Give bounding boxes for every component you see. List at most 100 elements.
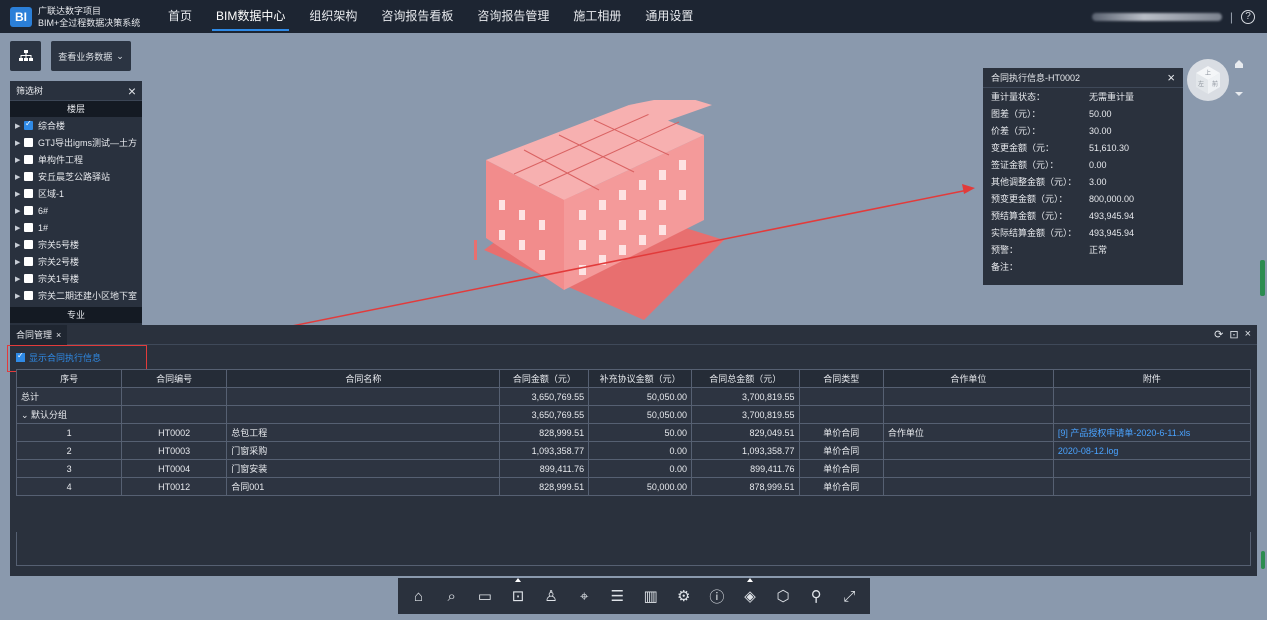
show-execution-info-label: 显示合同执行信息: [29, 353, 102, 363]
info-popup-body: 重计量状态： 无需重计量 图差（元）： 50.00 价差（元）： 30.00 变更金额（元：…: [983, 88, 1183, 275]
info-key: 预结算金额（元）：: [991, 211, 1068, 221]
info-value: 正常: [1089, 245, 1108, 255]
info-popup-title: 合同执行信息-HT0002: [991, 73, 1081, 83]
info-key: 预警：: [991, 245, 1019, 255]
group-amount: 3,650,769.55: [499, 405, 590, 424]
refresh-icon[interactable]: ⟳: [1214, 328, 1223, 341]
chart-icon[interactable]: ▥: [640, 585, 662, 607]
column-header[interactable]: 附件: [1052, 369, 1252, 388]
table-empty-area: [16, 532, 1251, 566]
model-icon[interactable]: ◈: [739, 578, 761, 607]
total-supp: 50,050.00: [588, 387, 692, 406]
column-header[interactable]: 合同类型: [798, 369, 884, 388]
cell-code: HT0002: [121, 423, 228, 442]
cell-name: 门窗采购: [226, 441, 501, 460]
info-row: 图差（元）： 50.00: [983, 105, 1183, 122]
measure-icon[interactable]: ▭: [474, 585, 496, 607]
home-icon[interactable]: ⌂: [408, 585, 430, 607]
column-header[interactable]: 序号: [15, 369, 123, 388]
table-row[interactable]: 4 HT0012 合同001 828,999.51 50,000.00 878,999.5…: [15, 477, 1252, 496]
cell-attach[interactable]: 2020-08-12.log: [1052, 441, 1252, 460]
bottom-toolbar: ⌂ ⌕ ▭ ⊡ ♙ ⌖ ☰ ▥ ⚙ ⓘ ◈ ⬡ ⚲ ⤢: [398, 578, 870, 614]
cell-total: 899,411.76: [690, 459, 800, 478]
cell-amount: 828,999.51: [499, 477, 590, 496]
close-icon[interactable]: ×: [56, 325, 61, 345]
info-key: 预变更金额（元）：: [991, 194, 1068, 204]
cell-type: 单价合同: [798, 441, 884, 460]
right-scroll-handle[interactable]: [1260, 260, 1265, 296]
cell-attach[interactable]: [1052, 477, 1252, 496]
location-icon[interactable]: ⚲: [805, 585, 827, 607]
table-header-row: 序号 合同编号 合同名称 合同金额（元） 补充协议金额（元） 合同总金额（元） 合同类型 合作…: [15, 369, 1252, 388]
cell-supp: 50,000.00: [588, 477, 692, 496]
expand-icon[interactable]: ⊡: [1229, 328, 1238, 341]
list-icon[interactable]: ☰: [606, 585, 628, 607]
table-row-total[interactable]: 总计 3,650,769.55 50,050.00 3,700,819.55: [15, 387, 1252, 406]
cell-supp: 0.00: [588, 459, 692, 478]
info-icon[interactable]: ⓘ: [706, 585, 728, 607]
right-scroll-handle-lower[interactable]: [1261, 551, 1265, 569]
home-view-icon[interactable]: [1235, 60, 1243, 68]
pin-icon[interactable]: ⌖: [573, 585, 595, 607]
cell-type: 单价合同: [798, 423, 884, 442]
info-value: 493,945.94: [1089, 227, 1135, 238]
chevron-down-icon[interactable]: [1235, 92, 1243, 96]
close-icon[interactable]: ×: [1245, 328, 1251, 341]
cell-total: 878,999.51: [690, 477, 800, 496]
info-key: 图差（元）：: [991, 109, 1041, 119]
cell-code: HT0012: [121, 477, 228, 496]
cell-total: 829,049.51: [690, 423, 800, 442]
person-icon[interactable]: ♙: [540, 585, 562, 607]
section-icon[interactable]: ⊡: [507, 578, 529, 607]
info-value: 0.00: [1089, 159, 1107, 170]
info-row: 变更金额（元： 51,610.30: [983, 139, 1183, 156]
info-value: 30.00: [1089, 125, 1112, 136]
cell-no: 4: [15, 477, 123, 496]
table-row[interactable]: 1 HT0002 总包工程 828,999.51 50.00 829,049.51 单价合同…: [15, 423, 1252, 442]
view-cube[interactable]: 上 左 前: [1186, 58, 1230, 102]
cell-amount: 1,093,358.77: [499, 441, 590, 460]
cell-name: 合同001: [226, 477, 501, 496]
column-header[interactable]: 合同名称: [226, 369, 501, 388]
cell-attach[interactable]: [9] 产品授权申请单-2020-6-11.xls: [1052, 423, 1252, 442]
show-execution-info-toggle[interactable]: 显示合同执行信息: [16, 351, 101, 364]
tab-contract-management[interactable]: 合同管理 ×: [10, 324, 68, 345]
info-key: 重计量状态：: [991, 92, 1046, 102]
cell-partner: [882, 441, 1054, 460]
zoom-box-icon[interactable]: ⌕: [441, 585, 463, 607]
cube-front-label: 前: [1212, 80, 1218, 88]
cube-top-label: 上: [1205, 69, 1211, 77]
column-header[interactable]: 合同总金额（元）: [690, 369, 800, 388]
total-amount: 3,650,769.55: [499, 387, 590, 406]
cell-amount: 899,411.76: [499, 459, 590, 478]
cell-partner: [882, 459, 1054, 478]
close-icon[interactable]: ×: [1167, 70, 1175, 85]
table-row[interactable]: 2 HT0003 门窗采购 1,093,358.77 0.00 1,093,358.77 单…: [15, 441, 1252, 460]
cube-icon[interactable]: ⬡: [772, 585, 794, 607]
group-sum: 3,700,819.55: [690, 405, 800, 424]
info-row: 重计量状态： 无需重计量: [983, 88, 1183, 105]
fullscreen-icon[interactable]: ⤢: [838, 585, 860, 607]
tab-label: 合同管理: [16, 329, 53, 340]
column-header[interactable]: 合作单位: [882, 369, 1054, 388]
column-header[interactable]: 合同编号: [121, 369, 228, 388]
gear-icon[interactable]: ⚙: [673, 585, 695, 607]
cell-code: HT0004: [121, 459, 228, 478]
group-toggle[interactable]: ⌄ 默认分组: [15, 405, 123, 424]
info-value: 51,610.30: [1089, 142, 1130, 153]
info-key: 实际结算金额（元）：: [991, 228, 1077, 238]
panel-tabs: 合同管理 ×: [10, 324, 1257, 345]
info-row: 其他调整金额（元）： 3.00: [983, 173, 1183, 190]
panel-tools: ⟳ ⊡ ×: [1214, 328, 1251, 341]
cell-type: 单价合同: [798, 477, 884, 496]
checkbox[interactable]: [16, 351, 25, 362]
column-header[interactable]: 合同金额（元）: [499, 369, 590, 388]
column-header[interactable]: 补充协议金额（元）: [588, 369, 692, 388]
table-row[interactable]: 3 HT0004 门窗安装 899,411.76 0.00 899,411.76 单价合同: [15, 459, 1252, 478]
cube-left-label: 左: [1198, 80, 1204, 88]
table-row-group[interactable]: ⌄ 默认分组 3,650,769.55 50,050.00 3,700,819.…: [15, 405, 1252, 424]
info-row: 实际结算金额（元）： 493,945.94: [983, 224, 1183, 241]
info-key: 备注：: [991, 262, 1019, 272]
cell-attach[interactable]: [1052, 459, 1252, 478]
info-key: 其他调整金额（元）：: [991, 177, 1077, 187]
